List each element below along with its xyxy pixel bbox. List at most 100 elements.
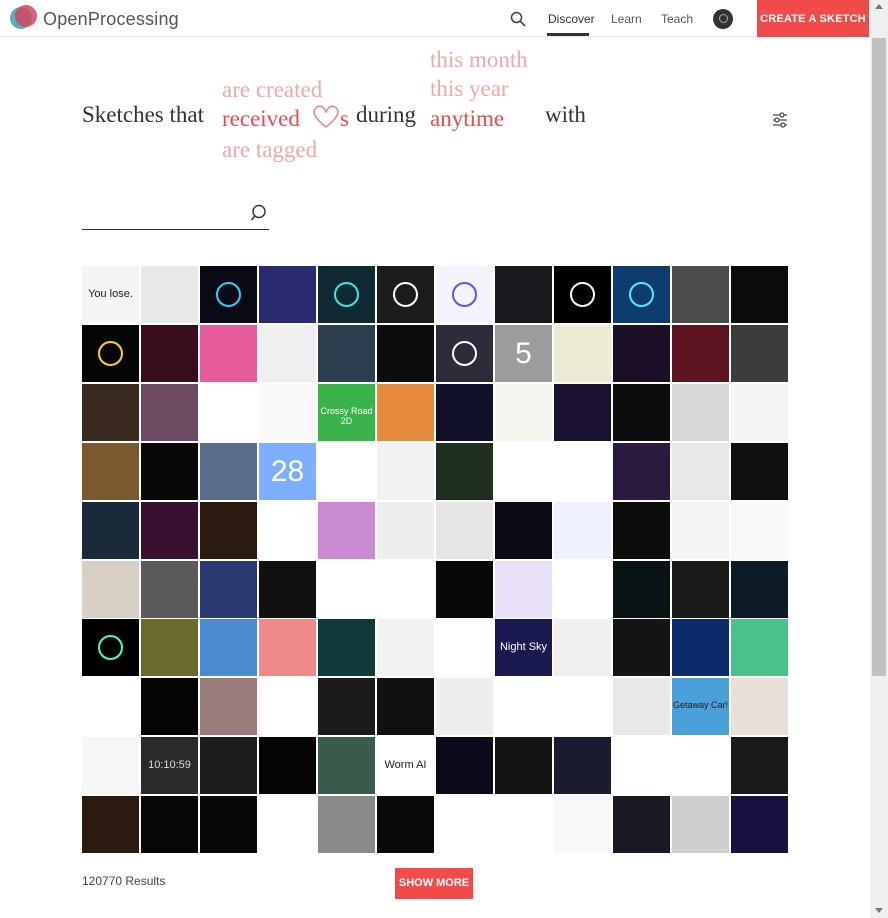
sketch-thumbnail[interactable]: You lose. <box>82 266 139 323</box>
sketch-thumbnail[interactable] <box>613 678 670 736</box>
time-option-year[interactable]: this year <box>430 76 509 102</box>
nav-learn[interactable]: Learn <box>611 12 642 26</box>
search-icon[interactable] <box>251 204 269 222</box>
sketch-thumbnail[interactable] <box>554 383 611 441</box>
sketch-thumbnail[interactable] <box>731 383 788 441</box>
sketch-thumbnail[interactable] <box>613 796 670 854</box>
sketch-thumbnail[interactable] <box>731 619 788 677</box>
sketch-thumbnail[interactable]: Night Sky <box>495 619 552 677</box>
sketch-thumbnail[interactable] <box>613 324 670 382</box>
sketch-thumbnail[interactable] <box>259 383 316 441</box>
sketch-thumbnail[interactable] <box>731 796 788 854</box>
sketch-thumbnail[interactable] <box>259 560 316 618</box>
sketch-thumbnail[interactable] <box>495 678 552 736</box>
sketch-thumbnail[interactable] <box>200 501 257 559</box>
sketch-thumbnail[interactable] <box>82 442 139 500</box>
sketch-thumbnail[interactable] <box>613 266 670 323</box>
sketch-thumbnail[interactable] <box>554 442 611 500</box>
sketch-thumbnail[interactable] <box>82 383 139 441</box>
sketch-thumbnail[interactable] <box>318 796 375 854</box>
sketch-thumbnail[interactable] <box>200 737 257 795</box>
sketch-thumbnail[interactable] <box>200 383 257 441</box>
sketch-thumbnail[interactable] <box>613 560 670 618</box>
sketch-thumbnail[interactable] <box>141 442 198 500</box>
sketch-thumbnail[interactable] <box>259 737 316 795</box>
sketch-thumbnail[interactable] <box>377 383 434 441</box>
sketch-thumbnail[interactable] <box>200 796 257 854</box>
sketch-thumbnail[interactable] <box>377 266 434 323</box>
filter-settings-icon[interactable] <box>772 112 788 128</box>
sketch-thumbnail[interactable] <box>377 619 434 677</box>
sketch-thumbnail[interactable] <box>141 560 198 618</box>
sketch-thumbnail[interactable] <box>200 324 257 382</box>
sketch-thumbnail[interactable] <box>141 266 198 323</box>
scroll-up-icon[interactable] <box>875 4 883 9</box>
nav-teach[interactable]: Teach <box>661 12 693 26</box>
sketch-thumbnail[interactable] <box>672 501 729 559</box>
sketch-thumbnail[interactable] <box>200 442 257 500</box>
user-avatar[interactable] <box>713 9 733 29</box>
sketch-thumbnail[interactable] <box>731 324 788 382</box>
sketch-thumbnail[interactable] <box>200 678 257 736</box>
sketch-thumbnail[interactable] <box>200 560 257 618</box>
sketch-thumbnail[interactable] <box>495 442 552 500</box>
sketch-thumbnail[interactable] <box>141 501 198 559</box>
sketch-thumbnail[interactable] <box>259 796 316 854</box>
sketch-thumbnail[interactable] <box>259 324 316 382</box>
sketch-thumbnail[interactable] <box>495 501 552 559</box>
sketch-thumbnail[interactable] <box>436 501 493 559</box>
sketch-thumbnail[interactable] <box>436 796 493 854</box>
verb-option-created[interactable]: are created <box>222 77 322 103</box>
sketch-thumbnail[interactable] <box>318 324 375 382</box>
sketch-thumbnail[interactable] <box>613 383 670 441</box>
sketch-thumbnail[interactable] <box>318 560 375 618</box>
sketch-thumbnail[interactable] <box>259 678 316 736</box>
sketch-thumbnail[interactable] <box>495 266 552 323</box>
sketch-thumbnail[interactable] <box>436 737 493 795</box>
sketch-thumbnail[interactable]: 28 <box>259 442 316 500</box>
sketch-thumbnail[interactable]: 5 <box>495 324 552 382</box>
sketch-thumbnail[interactable] <box>377 324 434 382</box>
sketch-thumbnail[interactable] <box>377 501 434 559</box>
logo-text[interactable]: OpenProcessing <box>43 9 179 30</box>
sketch-thumbnail[interactable] <box>613 737 670 795</box>
time-option-anytime[interactable]: anytime <box>430 106 504 132</box>
sketch-thumbnail[interactable] <box>672 324 729 382</box>
sketch-thumbnail[interactable] <box>318 619 375 677</box>
sketch-thumbnail[interactable] <box>554 678 611 736</box>
sketch-thumbnail[interactable] <box>259 501 316 559</box>
sketch-thumbnail[interactable] <box>554 501 611 559</box>
sketch-thumbnail[interactable] <box>672 796 729 854</box>
sketch-thumbnail[interactable] <box>436 383 493 441</box>
sketch-thumbnail[interactable] <box>436 266 493 323</box>
sketch-thumbnail[interactable] <box>554 619 611 677</box>
sketch-thumbnail[interactable] <box>377 678 434 736</box>
sketch-thumbnail[interactable] <box>377 442 434 500</box>
sketch-thumbnail[interactable] <box>731 501 788 559</box>
search-icon[interactable] <box>510 11 526 27</box>
scrollbar-thumb[interactable] <box>872 38 886 676</box>
sketch-thumbnail[interactable] <box>377 560 434 618</box>
sketch-thumbnail[interactable] <box>495 737 552 795</box>
sketch-thumbnail[interactable] <box>82 619 139 677</box>
sketch-thumbnail[interactable] <box>554 266 611 323</box>
sketch-thumbnail[interactable] <box>82 737 139 795</box>
sketch-thumbnail[interactable] <box>436 560 493 618</box>
sketch-thumbnail[interactable] <box>731 560 788 618</box>
sketch-thumbnail[interactable] <box>141 383 198 441</box>
sketch-thumbnail[interactable] <box>318 442 375 500</box>
sketch-thumbnail[interactable] <box>82 678 139 736</box>
sketch-thumbnail[interactable] <box>613 442 670 500</box>
time-option-month[interactable]: this month <box>430 47 528 73</box>
sketch-thumbnail[interactable] <box>495 796 552 854</box>
scroll-down-icon[interactable] <box>875 908 883 913</box>
sketch-thumbnail[interactable] <box>731 266 788 323</box>
sketch-thumbnail[interactable] <box>200 266 257 323</box>
show-more-button[interactable]: SHOW MORE <box>395 868 473 899</box>
sketch-thumbnail[interactable] <box>436 442 493 500</box>
sketch-thumbnail[interactable] <box>554 324 611 382</box>
sketch-thumbnail[interactable] <box>436 678 493 736</box>
sketch-thumbnail[interactable] <box>731 737 788 795</box>
sketch-thumbnail[interactable] <box>82 560 139 618</box>
openprocessing-logo-icon[interactable] <box>10 5 38 31</box>
